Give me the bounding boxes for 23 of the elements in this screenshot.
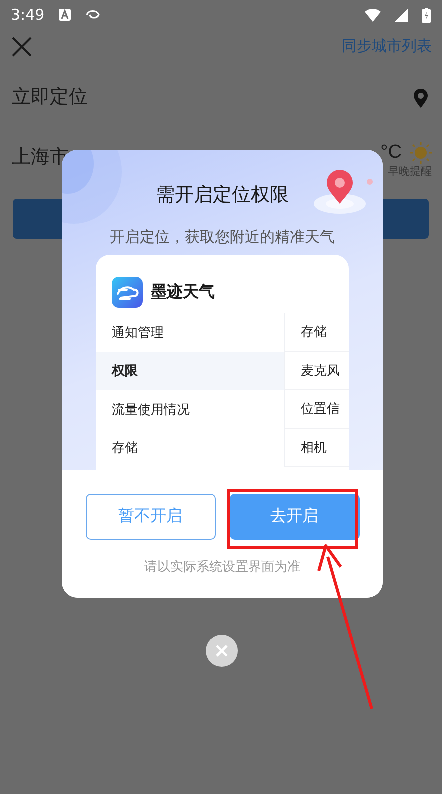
swirl-icon [84,9,101,21]
close-icon[interactable] [12,37,32,57]
close-icon [216,645,228,657]
dialog-footnote: 请以实际系统设置界面为准 [144,558,300,576]
settings-list-item[interactable]: 存储 [301,322,327,342]
settings-list-item[interactable]: 位置信 [301,399,340,418]
battery-icon [422,8,431,22]
app-name: 墨迹天气 [151,282,215,302]
wifi-icon [365,8,381,22]
signal-icon [395,8,408,22]
notification-icon [58,9,71,21]
temperature: °C [380,143,402,162]
settings-list-item[interactable]: 麦克风 [301,360,340,380]
sun-icon [410,142,432,164]
app-icon [112,277,143,308]
dialog-subtitle: 开启定位，获取您附近的精准天气 [110,228,335,248]
location-pin-icon [414,88,428,108]
settings-list-item[interactable]: 权限 [96,352,284,390]
dialog-title: 需开启定位权限 [156,184,289,208]
status-time: 3:49 [11,4,45,26]
map-pin-icon [312,170,376,216]
settings-list-item[interactable]: 相机 [301,438,327,457]
close-dialog-button[interactable] [206,635,238,667]
